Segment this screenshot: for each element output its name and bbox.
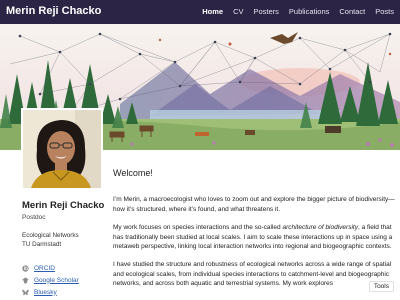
welcome-heading: Welcome! xyxy=(113,168,153,178)
profile-role: Postdoc xyxy=(22,214,46,221)
profile-affiliation: Ecological Networks TU Darmstadt xyxy=(22,231,112,249)
nav-cv[interactable]: CV xyxy=(233,7,243,16)
google-scholar-link[interactable]: Google Scholar xyxy=(22,274,112,286)
main-content: Welcome! I’m Merin, a macroecologist who… xyxy=(113,168,395,298)
profile-links: ORCID Google Scholar Bluesky xyxy=(22,262,112,298)
profile-photo xyxy=(21,108,103,190)
nav-posters[interactable]: Posters xyxy=(253,7,278,16)
nav-contact[interactable]: Contact xyxy=(339,7,365,16)
nav-posts[interactable]: Posts xyxy=(375,7,394,16)
bluesky-link[interactable]: Bluesky xyxy=(22,286,112,298)
affiliation-university: TU Darmstadt xyxy=(22,241,62,248)
bluesky-icon xyxy=(22,289,29,295)
site-brand[interactable]: Merin Reji Chacko xyxy=(6,5,101,17)
tools-button[interactable]: Tools xyxy=(368,281,394,292)
architecture-of-biodiversity-emphasis: architecture of biodiversity xyxy=(282,224,358,232)
top-navbar: Merin Reji Chacko Home CV Posters Public… xyxy=(0,0,400,24)
orcid-icon xyxy=(22,264,29,272)
orcid-link[interactable]: ORCID xyxy=(22,262,112,274)
google-scholar-icon xyxy=(22,276,29,283)
affiliation-group: Ecological Networks xyxy=(22,232,79,239)
nav-home[interactable]: Home xyxy=(202,7,223,16)
research-scope-paragraph: I have studied the structure and robustn… xyxy=(113,261,392,288)
profile-sidebar: Merin Reji Chacko Postdoc Ecological Net… xyxy=(22,200,112,298)
nav-menu: Home CV Posters Publications Contact Pos… xyxy=(202,7,394,16)
intro-paragraph: I’m Merin, a macroecologist who loves to… xyxy=(113,196,395,213)
google-scholar-link-label: Google Scholar xyxy=(34,276,79,284)
bluesky-link-label: Bluesky xyxy=(34,288,57,296)
nav-publications[interactable]: Publications xyxy=(289,7,329,16)
orcid-link-label: ORCID xyxy=(34,264,55,272)
research-focus-text-start: My work focuses on species interactions … xyxy=(113,224,283,232)
research-focus-paragraph: My work focuses on species interactions … xyxy=(113,223,395,251)
avatar-portrait xyxy=(23,110,101,188)
profile-name: Merin Reji Chacko xyxy=(22,200,105,211)
